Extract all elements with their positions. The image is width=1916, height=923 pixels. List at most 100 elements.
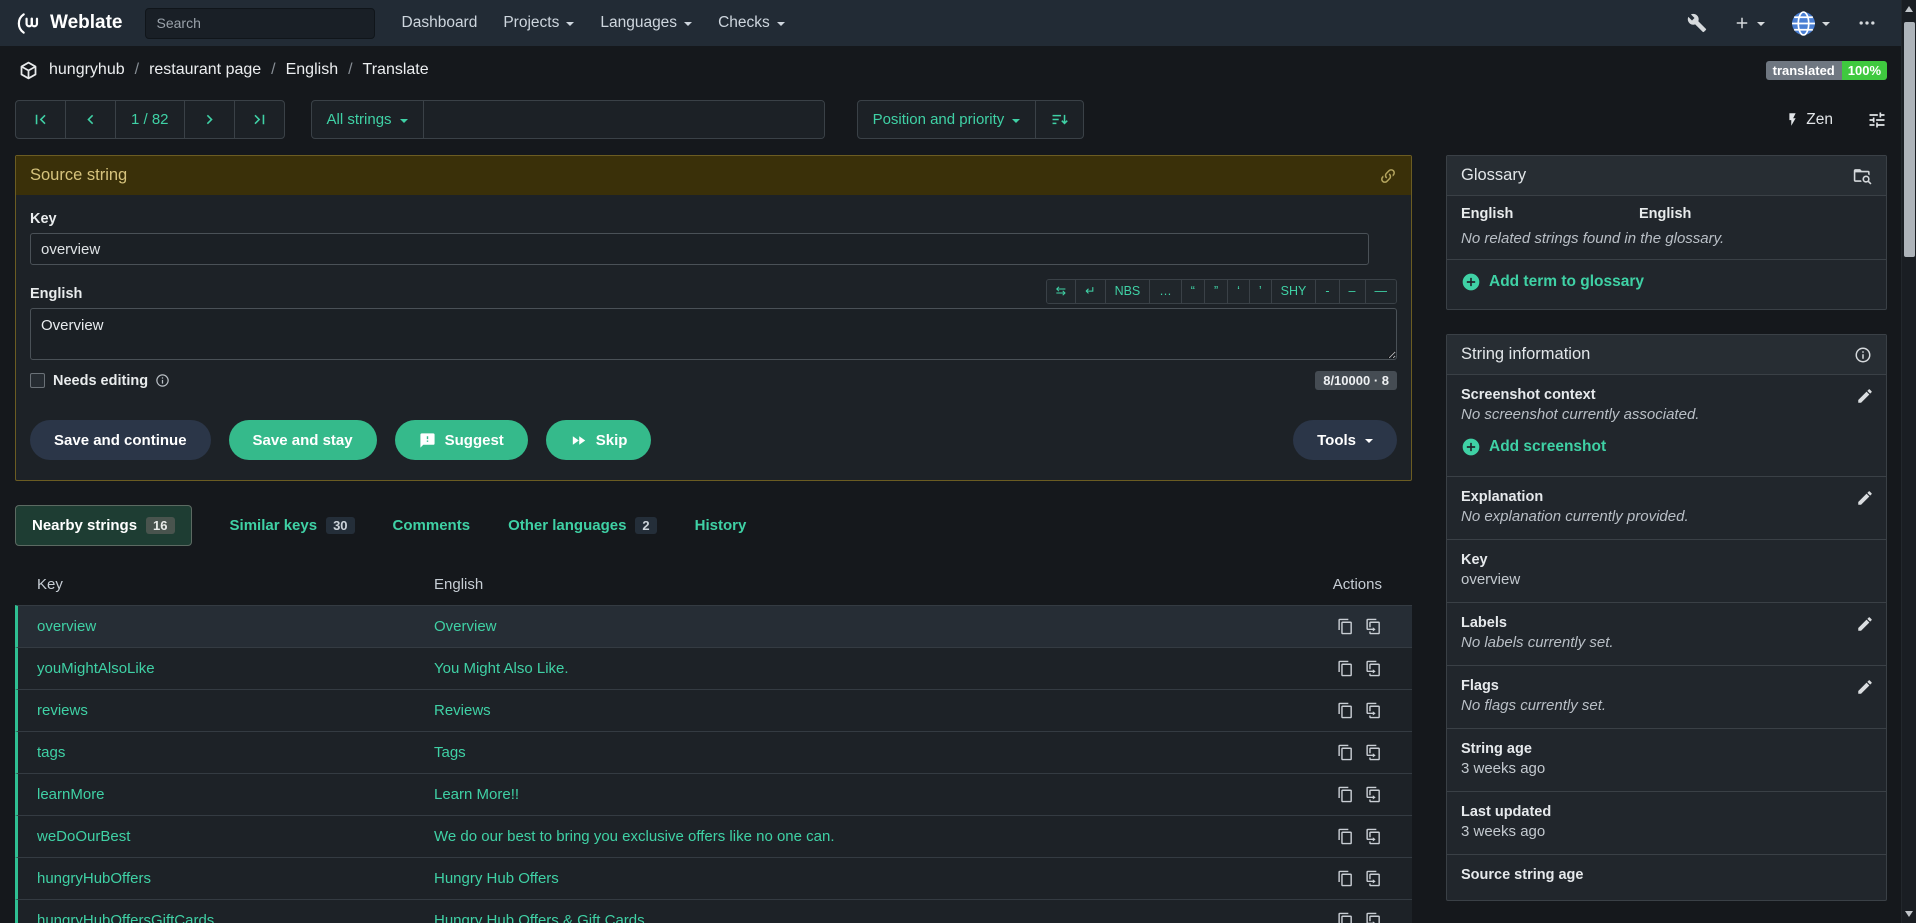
row-english-link[interactable]: Learn More!! (434, 786, 1305, 803)
row-english-link[interactable]: Tags (434, 744, 1305, 761)
save-and-continue-button[interactable]: Save and continue (30, 420, 211, 460)
copy-insert-icon[interactable] (1365, 912, 1382, 923)
add-screenshot-link[interactable]: Add screenshot (1461, 437, 1606, 457)
save-and-stay-button[interactable]: Save and stay (229, 420, 377, 460)
editor-settings-button[interactable] (1867, 110, 1887, 130)
translation-textarea[interactable]: Overview (30, 308, 1397, 360)
last-page-button[interactable] (235, 101, 284, 138)
scrollbar-thumb[interactable] (1904, 22, 1915, 257)
copy-icon[interactable] (1337, 870, 1354, 887)
breadcrumb-item[interactable]: English (286, 61, 338, 79)
add-term-to-glossary-link[interactable]: Add term to glossary (1461, 272, 1644, 292)
row-key-link[interactable]: overview (18, 618, 434, 635)
copy-insert-icon[interactable] (1365, 870, 1382, 887)
special-char-button[interactable]: “ (1182, 280, 1205, 303)
strings-filter-dropdown[interactable]: All strings (312, 101, 424, 138)
row-key-link[interactable]: weDoOurBest (18, 828, 434, 845)
scroll-down-arrow[interactable] (1905, 911, 1913, 917)
add-menu-button[interactable] (1733, 14, 1765, 32)
copy-icon[interactable] (1337, 912, 1354, 923)
row-english-link[interactable]: Hungry Hub Offers (434, 870, 1305, 887)
edit-pencil-icon[interactable] (1856, 615, 1874, 633)
needs-editing-info-icon[interactable] (155, 373, 170, 388)
copy-insert-icon[interactable] (1365, 660, 1382, 677)
edit-pencil-icon[interactable] (1856, 678, 1874, 696)
tab-similar-keys[interactable]: Similar keys30 (230, 517, 355, 534)
special-char-button[interactable]: — (1366, 280, 1397, 303)
special-char-button[interactable]: – (1340, 280, 1366, 303)
row-key-link[interactable]: learnMore (18, 786, 434, 803)
row-key-link[interactable]: reviews (18, 702, 434, 719)
permalink-icon[interactable] (1379, 167, 1397, 185)
skip-button[interactable]: Skip (546, 420, 652, 460)
row-key-link[interactable]: tags (18, 744, 434, 761)
special-char-button[interactable]: … (1150, 280, 1182, 303)
first-page-button[interactable] (16, 101, 66, 138)
copy-insert-icon[interactable] (1365, 618, 1382, 635)
key-label: Key (30, 211, 1397, 227)
admin-wrench-icon[interactable] (1687, 13, 1707, 33)
copy-icon[interactable] (1337, 828, 1354, 845)
zen-mode-button[interactable]: Zen (1785, 111, 1833, 129)
special-char-button[interactable]: ’ (1250, 280, 1272, 303)
glossary-browse-icon[interactable] (1853, 166, 1872, 185)
row-key-link[interactable]: hungryHubOffersGiftCards (18, 912, 434, 923)
tools-dropdown[interactable]: Tools (1293, 420, 1397, 460)
tab-comments[interactable]: Comments (393, 517, 471, 534)
key-input[interactable] (30, 233, 1369, 265)
row-english-link[interactable]: We do our best to bring you exclusive of… (434, 828, 1305, 845)
copy-icon[interactable] (1337, 744, 1354, 761)
breadcrumb-item[interactable]: Translate (363, 61, 429, 79)
breadcrumb-item[interactable]: restaurant page (149, 61, 261, 79)
tab-other-languages[interactable]: Other languages2 (508, 517, 657, 534)
copy-icon[interactable] (1337, 702, 1354, 719)
nav-item-languages[interactable]: Languages (587, 8, 705, 38)
weblate-brand[interactable]: Weblate (16, 11, 123, 36)
row-english-link[interactable]: Reviews (434, 702, 1305, 719)
overflow-menu-button[interactable] (1856, 13, 1878, 33)
row-actions (1305, 702, 1412, 719)
user-menu-button[interactable] (1791, 11, 1830, 36)
needs-editing-checkbox[interactable] (30, 373, 45, 388)
nav-item-projects[interactable]: Projects (490, 8, 587, 38)
special-char-button[interactable]: - (1316, 280, 1339, 303)
row-english-link[interactable]: Overview (434, 618, 1305, 635)
copy-insert-icon[interactable] (1365, 702, 1382, 719)
page-position[interactable]: 1 / 82 (116, 101, 185, 138)
next-page-button[interactable] (185, 101, 235, 138)
pagination-group: 1 / 82 (15, 100, 285, 139)
row-key-link[interactable]: youMightAlsoLike (18, 660, 434, 677)
row-english-link[interactable]: Hungry Hub Offers & Gift Cards (434, 912, 1305, 923)
suggest-button[interactable]: Suggest (395, 420, 528, 460)
special-char-button[interactable]: ↵ (1076, 280, 1105, 303)
special-char-button[interactable]: NBS (1106, 280, 1151, 303)
sort-direction-button[interactable] (1036, 101, 1083, 138)
nav-item-checks[interactable]: Checks (705, 8, 798, 38)
strings-search-input[interactable] (424, 101, 824, 138)
edit-pencil-icon[interactable] (1856, 387, 1874, 405)
row-english-link[interactable]: You Might Also Like. (434, 660, 1305, 677)
copy-icon[interactable] (1337, 660, 1354, 677)
copy-icon[interactable] (1337, 786, 1354, 803)
special-char-button[interactable]: ” (1205, 280, 1228, 303)
global-search-input[interactable] (145, 8, 375, 39)
special-char-button[interactable]: SHY (1272, 280, 1317, 303)
tab-history[interactable]: History (695, 517, 747, 534)
breadcrumb-item[interactable]: hungryhub (49, 61, 125, 79)
scroll-up-arrow[interactable] (1905, 6, 1913, 12)
sort-field-dropdown[interactable]: Position and priority (858, 101, 1037, 138)
copy-icon[interactable] (1337, 618, 1354, 635)
chevron-right-icon (200, 110, 219, 129)
page-scrollbar[interactable] (1901, 0, 1916, 923)
special-char-button[interactable]: ‘ (1228, 280, 1250, 303)
info-icon[interactable] (1854, 346, 1872, 364)
edit-pencil-icon[interactable] (1856, 489, 1874, 507)
tab-nearby-strings[interactable]: Nearby strings16 (15, 505, 192, 546)
prev-page-button[interactable] (66, 101, 116, 138)
copy-insert-icon[interactable] (1365, 786, 1382, 803)
copy-insert-icon[interactable] (1365, 744, 1382, 761)
special-char-button[interactable]: ⇆ (1047, 280, 1076, 303)
copy-insert-icon[interactable] (1365, 828, 1382, 845)
nav-item-dashboard[interactable]: Dashboard (389, 8, 491, 38)
row-key-link[interactable]: hungryHubOffers (18, 870, 434, 887)
